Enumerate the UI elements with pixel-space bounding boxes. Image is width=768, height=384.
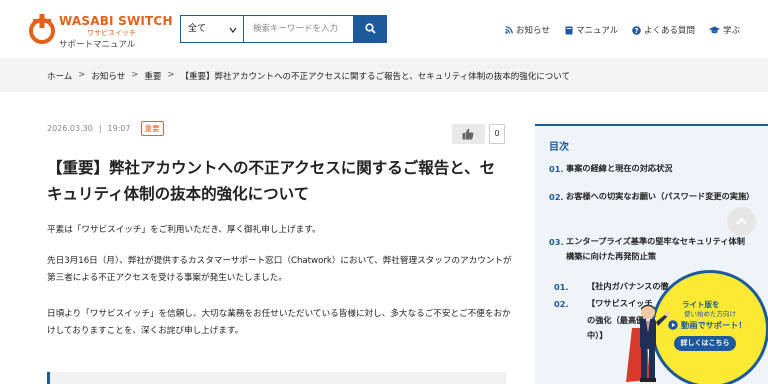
search-icon — [365, 23, 376, 34]
nav-news[interactable]: お知らせ — [505, 24, 550, 36]
logo-switch-icon[interactable] — [27, 12, 57, 46]
superhero-illustration — [626, 304, 670, 382]
chevron-up-icon — [736, 217, 747, 225]
breadcrumb-separator: > — [131, 70, 139, 80]
toc-item-1-number: 01. — [549, 164, 564, 174]
article-paragraph-2: 先日3月16日（月）、弊社が提供するカスタマーサポート窓口（Chatwork）に… — [47, 256, 512, 283]
question-icon: ? — [632, 25, 641, 35]
breadcrumb-bar: ホーム > お知らせ > 重要 > 【重要】弊社アカウントへの不正アクセスに関す… — [0, 58, 768, 92]
book-icon — [565, 26, 573, 34]
breadcrumb-separator: > — [167, 70, 175, 80]
promo-line-3-text: 動画でサポート！ — [681, 320, 747, 330]
promo-details-button[interactable]: 詳しくはこちら — [674, 336, 736, 351]
search-input[interactable]: 検索キーワードを入力 — [243, 15, 354, 43]
toc-item-2[interactable]: お客様への切実なお願い（パスワード変更の実施） — [566, 189, 754, 204]
article-date: 2026.03.30 — [47, 124, 93, 133]
category-badge[interactable]: 重要 — [140, 121, 164, 136]
like-count: 0 — [489, 124, 505, 144]
toc-item-1[interactable]: 事案の経緯と現在の対応状況 — [566, 161, 756, 176]
promo-line-3: 動画でサポート！ — [668, 319, 747, 331]
svg-text:?: ? — [634, 27, 638, 35]
graduation-cap-icon — [709, 26, 720, 34]
breadcrumb-news[interactable]: お知らせ — [91, 70, 125, 82]
nav-news-label: お知らせ — [516, 26, 550, 36]
nav-manual[interactable]: マニュアル — [565, 24, 618, 36]
article-blockquote — [47, 372, 506, 384]
breadcrumb: ホーム > お知らせ > 重要 > 【重要】弊社アカウントへの不正アクセスに関す… — [47, 70, 570, 82]
breadcrumb-separator: > — [78, 70, 86, 80]
scroll-to-top-button[interactable] — [727, 207, 756, 236]
article-title: 【重要】弊社アカウントへの不正アクセスに関するご報告と、セキュリティ体制の抜本的… — [47, 159, 496, 203]
article-time: 19:07 — [107, 124, 131, 133]
meta-divider: | — [98, 124, 102, 133]
site-header: WASABI SWITCH ワサビスイッチ サポートマニュアル 全て 検索キーワ… — [0, 0, 768, 58]
breadcrumb-current: 【重要】弊社アカウントへの不正アクセスに関するご報告と、セキュリティ体制の抜本的… — [180, 72, 570, 82]
toc-title: 目次 — [549, 142, 569, 153]
nav-manual-label: マニュアル — [576, 26, 619, 36]
toc-subitem-2-number: 02. — [554, 299, 569, 309]
search-button[interactable] — [354, 15, 387, 43]
toc-item-3-number: 03. — [549, 237, 564, 247]
nav-faq-label: よくある質問 — [644, 26, 696, 36]
logo-support-label: サポートマニュアル — [59, 40, 136, 50]
search-category-select[interactable]: 全て — [180, 15, 243, 43]
nav-faq[interactable]: ? よくある質問 — [632, 24, 695, 36]
breadcrumb-important[interactable]: 重要 — [144, 70, 161, 82]
search-form: 全て 検索キーワードを入力 — [180, 15, 387, 43]
breadcrumb-home[interactable]: ホーム — [47, 70, 72, 82]
search-category-value: 全て — [188, 24, 207, 34]
article-paragraph-1: 平素は「ワサビスイッチ」をご利用いただき、厚く御礼申し上げます。 — [47, 225, 321, 235]
thumbs-up-icon — [462, 128, 474, 140]
like-button[interactable] — [452, 124, 485, 144]
rss-icon — [505, 26, 513, 34]
promo-line-2: 使い始めた方向け — [684, 310, 736, 318]
toc-item-2-number: 02. — [549, 192, 564, 202]
nav-learn-label: 学ぶ — [723, 26, 741, 36]
toc-subitem-1-number: 01. — [554, 282, 569, 292]
toc-item-3[interactable]: エンタープライズ基準の堅牢なセキュリティ体制構築に向けた再発防止策 — [566, 234, 751, 264]
nav-learn[interactable]: 学ぶ — [709, 24, 740, 36]
article-paragraph-3: 日頃より「ワサビスイッチ」を信頼し、大切な業務をお任せいただいている皆様に対し、… — [47, 309, 511, 336]
chevron-down-icon — [229, 27, 237, 34]
logo-title[interactable]: WASABI SWITCH — [59, 14, 173, 28]
logo-subtitle: ワサビスイッチ — [87, 29, 136, 37]
article-meta: 2026.03.30 | 19:07 重要 — [47, 121, 164, 136]
